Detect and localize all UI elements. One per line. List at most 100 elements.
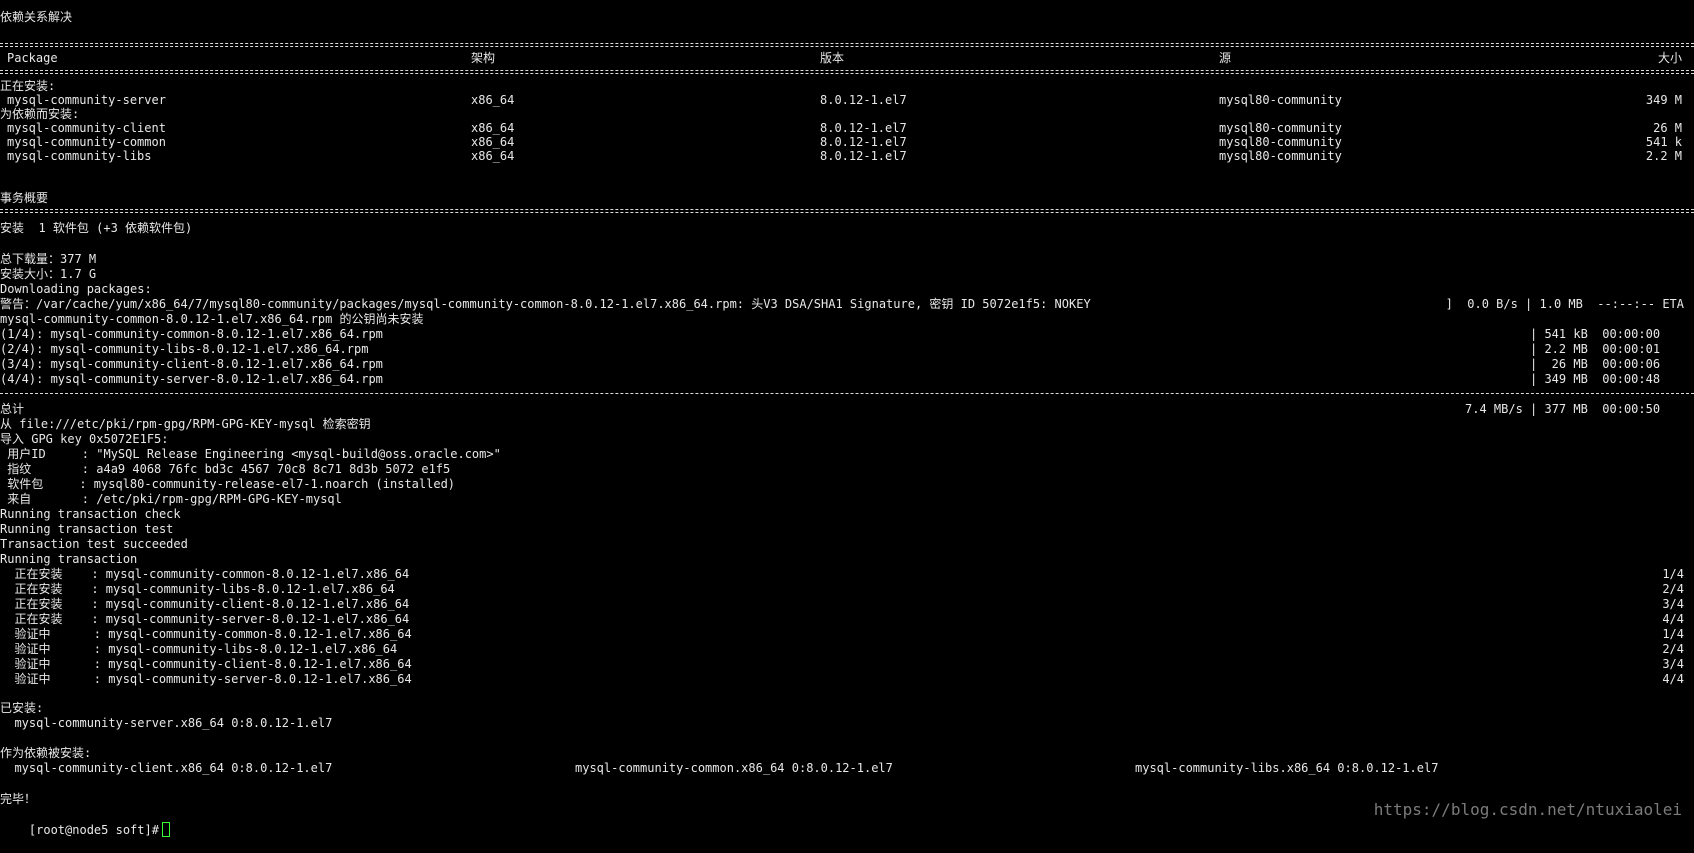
header-package: Package xyxy=(7,51,58,65)
pkg-size: 349 M xyxy=(1645,93,1682,107)
separator-double xyxy=(0,70,1694,74)
header-version: 版本 xyxy=(820,51,845,65)
dep-installed-row: mysql-community-client.x86_64 0:8.0.12-1… xyxy=(0,761,1694,776)
pkg-version: 8.0.12-1.el7 xyxy=(820,149,907,163)
total-stats: 7.4 MB/s | 377 MB 00:00:50 xyxy=(1465,402,1661,416)
installed-label: 已安装: xyxy=(0,701,44,715)
table-header: Package 架构 版本 源 大小 xyxy=(0,51,1694,66)
pkg-repo: mysql80-community xyxy=(1219,93,1342,107)
progress-row: 验证中 : mysql-community-server-8.0.12-1.el… xyxy=(0,672,1694,687)
download-stats: | 349 MB 00:00:48 xyxy=(1530,372,1661,386)
pkg-arch: x86_64 xyxy=(471,93,515,107)
progress-count: 1/4 xyxy=(1662,567,1684,581)
progress-count: 1/4 xyxy=(1662,627,1684,641)
header-size: 大小 xyxy=(1657,51,1682,65)
pkg-name: mysql-community-common xyxy=(7,135,166,149)
progress-text: 验证中 : mysql-community-client-8.0.12-1.el… xyxy=(0,657,412,671)
progress-count: 2/4 xyxy=(1662,582,1684,596)
dep-installed-label: 作为依赖被安装: xyxy=(0,746,92,760)
deps-resolved-line: 依赖关系解决 xyxy=(0,10,73,24)
progress-row: 正在安装 : mysql-community-common-8.0.12-1.e… xyxy=(0,567,1694,582)
pubkey-line: mysql-community-common-8.0.12-1.el7.x86_… xyxy=(0,312,424,326)
transaction-line: Running transaction xyxy=(0,552,138,566)
installing-label: 正在安装: xyxy=(0,79,56,93)
progress-row: 正在安装 : mysql-community-server-8.0.12-1.e… xyxy=(0,612,1694,627)
transaction-line: Transaction test succeeded xyxy=(0,537,188,551)
pkg-size: 541 k xyxy=(1645,135,1682,149)
dep-installed-item: mysql-community-common.x86_64 0:8.0.12-1… xyxy=(575,761,893,775)
progress-text: 正在安装 : mysql-community-common-8.0.12-1.e… xyxy=(0,567,410,581)
table-row: mysql-community-server x86_64 8.0.12-1.e… xyxy=(0,93,1694,108)
cursor-icon[interactable] xyxy=(161,822,170,837)
progress-row: 验证中 : mysql-community-libs-8.0.12-1.el7.… xyxy=(0,642,1694,657)
progress-count: 4/4 xyxy=(1662,672,1684,686)
progress-text: 正在安装 : mysql-community-libs-8.0.12-1.el7… xyxy=(0,582,395,596)
key-retrieve-line: 从 file:///etc/pki/rpm-gpg/RPM-GPG-KEY-my… xyxy=(0,417,371,431)
table-row: mysql-community-common x86_64 8.0.12-1.e… xyxy=(0,135,1694,150)
table-row: mysql-community-client x86_64 8.0.12-1.e… xyxy=(0,121,1694,136)
download-file: (4/4): mysql-community-server-8.0.12-1.e… xyxy=(0,372,383,386)
total-download: 总下载量：377 M xyxy=(0,252,97,266)
progress-text: 正在安装 : mysql-community-server-8.0.12-1.e… xyxy=(0,612,410,626)
separator-double xyxy=(0,209,1694,213)
pkg-name: mysql-community-client xyxy=(7,121,166,135)
pkg-repo: mysql80-community xyxy=(1219,121,1342,135)
download-file: (1/4): mysql-community-common-8.0.12-1.e… xyxy=(0,327,383,341)
pkg-arch: x86_64 xyxy=(471,135,515,149)
pkg-name: mysql-community-libs xyxy=(7,149,152,163)
deps-label: 为依赖而安装: xyxy=(0,107,80,121)
download-row: (4/4): mysql-community-server-8.0.12-1.e… xyxy=(0,372,1694,387)
transaction-line: Running transaction test xyxy=(0,522,174,536)
total-label: 总计 xyxy=(0,402,25,416)
progress-row: 验证中 : mysql-community-common-8.0.12-1.el… xyxy=(0,627,1694,642)
download-file: (3/4): mysql-community-client-8.0.12-1.e… xyxy=(0,357,383,371)
key-detail: 来自 : /etc/pki/rpm-gpg/RPM-GPG-KEY-mysql xyxy=(0,492,342,506)
pkg-size: 2.2 M xyxy=(1645,149,1682,163)
download-stats: | 26 MB 00:00:06 xyxy=(1530,357,1661,371)
progress-row: 正在安装 : mysql-community-client-8.0.12-1.e… xyxy=(0,597,1694,612)
download-row: (2/4): mysql-community-libs-8.0.12-1.el7… xyxy=(0,342,1694,357)
summary-line: 安装 1 软件包 (+3 依赖软件包) xyxy=(0,221,193,235)
key-detail: 用户ID : "MySQL Release Engineering <mysql… xyxy=(0,447,501,461)
progress-row: 验证中 : mysql-community-client-8.0.12-1.el… xyxy=(0,657,1694,672)
progress-row: 正在安装 : mysql-community-libs-8.0.12-1.el7… xyxy=(0,582,1694,597)
warning-rate: ] 0.0 B/s | 1.0 MB --:--:-- ETA xyxy=(1445,297,1684,311)
pkg-repo: mysql80-community xyxy=(1219,149,1342,163)
shell-prompt: [root@node5 soft]# xyxy=(28,823,159,837)
total-line: 总计 7.4 MB/s | 377 MB 00:00:50 xyxy=(0,402,1694,417)
pkg-version: 8.0.12-1.el7 xyxy=(820,135,907,149)
progress-text: 验证中 : mysql-community-server-8.0.12-1.el… xyxy=(0,672,412,686)
dep-installed-item: mysql-community-client.x86_64 0:8.0.12-1… xyxy=(0,761,333,775)
download-row: (1/4): mysql-community-common-8.0.12-1.e… xyxy=(0,327,1694,342)
progress-text: 验证中 : mysql-community-libs-8.0.12-1.el7.… xyxy=(0,642,398,656)
summary-label: 事务概要 xyxy=(0,191,49,205)
pkg-version: 8.0.12-1.el7 xyxy=(820,93,907,107)
pkg-version: 8.0.12-1.el7 xyxy=(820,121,907,135)
progress-count: 3/4 xyxy=(1662,597,1684,611)
download-stats: | 541 kB 00:00:00 xyxy=(1530,327,1661,341)
separator-single xyxy=(0,393,1694,394)
pkg-arch: x86_64 xyxy=(471,121,515,135)
progress-count: 2/4 xyxy=(1662,642,1684,656)
pkg-arch: x86_64 xyxy=(471,149,515,163)
header-repo: 源 xyxy=(1219,51,1232,65)
table-row: mysql-community-libs x86_64 8.0.12-1.el7… xyxy=(0,149,1694,164)
warning-line: 警告：/var/cache/yum/x86_64/7/mysql80-commu… xyxy=(0,297,1694,312)
pkg-size: 26 M xyxy=(1653,121,1682,135)
installed-item: mysql-community-server.x86_64 0:8.0.12-1… xyxy=(0,716,333,730)
progress-text: 正在安装 : mysql-community-client-8.0.12-1.e… xyxy=(0,597,410,611)
progress-text: 验证中 : mysql-community-common-8.0.12-1.el… xyxy=(0,627,412,641)
key-detail: 指纹 : a4a9 4068 76fc bd3c 4567 70c8 8c71 … xyxy=(0,462,451,476)
separator-double xyxy=(0,43,1694,47)
header-arch: 架构 xyxy=(471,51,496,65)
install-size: 安装大小：1.7 G xyxy=(0,267,97,281)
downloading-line: Downloading packages: xyxy=(0,282,152,296)
dep-installed-item: mysql-community-libs.x86_64 0:8.0.12-1.e… xyxy=(1135,761,1439,775)
download-stats: | 2.2 MB 00:00:01 xyxy=(1530,342,1661,356)
transaction-line: Running transaction check xyxy=(0,507,181,521)
download-file: (2/4): mysql-community-libs-8.0.12-1.el7… xyxy=(0,342,369,356)
progress-count: 3/4 xyxy=(1662,657,1684,671)
watermark: https://blog.csdn.net/ntuxiaolei xyxy=(1373,800,1682,819)
terminal-window[interactable]: 依赖关系解决 Package 架构 版本 源 大小 正在安装: mysql-co… xyxy=(0,0,1694,837)
progress-count: 4/4 xyxy=(1662,612,1684,626)
